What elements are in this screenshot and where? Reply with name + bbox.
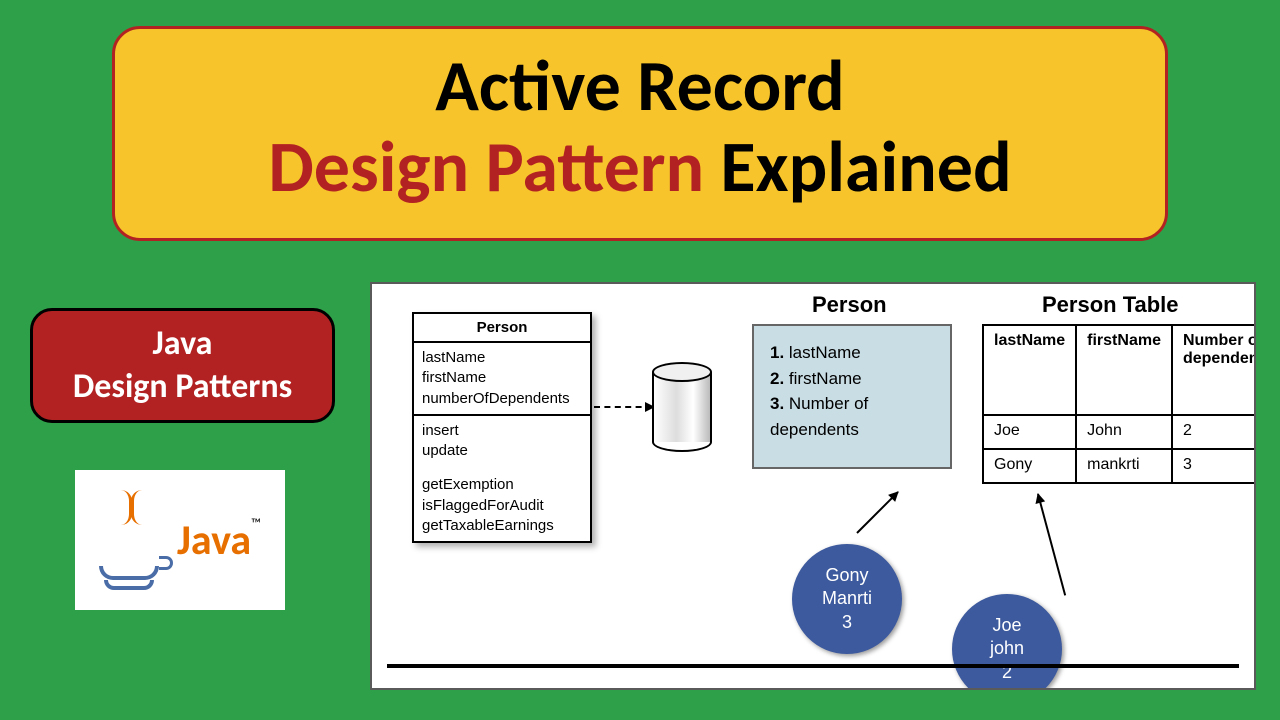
table-header: firstName [1076,325,1172,415]
arrow-icon [1037,494,1066,596]
title-line-2: Design Pattern Explained [155,126,1125,209]
badge-line-1: Java [33,323,332,366]
uml-class-name: Person [414,314,590,343]
person-field: lastName [770,340,934,366]
circle-text: 3 [792,611,902,634]
java-logo: Java™ [75,470,285,610]
circle-text: john [952,637,1062,660]
uml-op: insert [422,421,582,441]
table-cell: Joe [983,415,1076,449]
table-row: Gony mankrti 3 [983,449,1256,483]
uml-op: isFlaggedForAudit [422,496,582,516]
uml-op: getExemption [422,475,582,495]
diagram-panel: Person lastName firstName numberOfDepend… [370,282,1256,690]
java-text: Java [177,515,251,566]
java-cup-icon [99,490,169,590]
person-field: Number of dependents [770,391,934,442]
title-red: Design Pattern [268,123,704,211]
object-circle-1: Gony Manrti 3 [792,544,902,654]
arrow-icon [856,491,898,533]
uml-attr: lastName [422,348,582,368]
baseline-rule [387,664,1239,668]
person-table: lastName firstName Number of dependents … [982,324,1256,484]
uml-op: update [422,441,582,461]
uml-attr: numberOfDependents [422,389,582,409]
uml-operations: insert update getExemption isFlaggedForA… [414,416,590,541]
object-circle-2: Joe john 2 [952,594,1062,690]
uml-class-box: Person lastName firstName numberOfDepend… [412,312,592,543]
table-cell: John [1076,415,1172,449]
dashed-arrow-icon [594,406,652,408]
circle-text: Joe [952,614,1062,637]
table-cell: mankrti [1076,449,1172,483]
circle-text: Gony [792,564,902,587]
category-badge: Java Design Patterns [30,308,335,423]
badge-line-2: Design Patterns [33,366,332,409]
table-cell: 3 [1172,449,1256,483]
table-header: Number of dependents [1172,325,1256,415]
title-line-1: Active Record [155,47,1125,126]
uml-attr: firstName [422,368,582,388]
person-heading: Person [812,292,887,318]
java-tm: ™ [251,515,261,532]
circle-text: Manrti [792,587,902,610]
table-row: Joe John 2 [983,415,1256,449]
uml-attributes: lastName firstName numberOfDependents [414,343,590,416]
title-black: Explained [704,123,1012,211]
table-cell: 2 [1172,415,1256,449]
table-cell: Gony [983,449,1076,483]
table-header: lastName [983,325,1076,415]
title-banner: Active Record Design Pattern Explained [112,26,1168,241]
uml-op: getTaxableEarnings [422,516,582,536]
person-field: firstName [770,366,934,392]
database-icon [652,362,712,452]
table-header-row: lastName firstName Number of dependents [983,325,1256,415]
java-text-wrap: Java™ [177,515,261,566]
person-field-list: lastName firstName Number of dependents [752,324,952,469]
person-table-heading: Person Table [1042,292,1179,318]
